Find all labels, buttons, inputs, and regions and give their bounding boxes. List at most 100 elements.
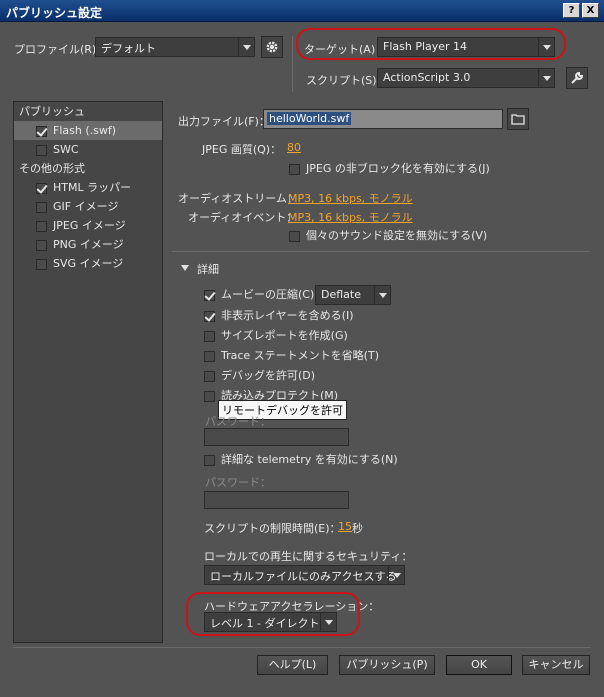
audio-stream-value[interactable]: MP3, 16 kbps, モノラル	[288, 190, 413, 206]
audio-event-label: オーディオイベント：	[188, 211, 298, 224]
sidebar-item-label: GIF イメージ	[53, 200, 119, 213]
sidebar-item-label: Flash (.swf)	[53, 124, 117, 137]
jpeg-deblock-checkbox[interactable]	[289, 163, 300, 175]
other-formats-header: その他の形式	[19, 162, 85, 175]
sidebar-item-label: HTML ラッパー	[53, 181, 132, 194]
output-file-input[interactable]: helloWorld.swf	[263, 109, 503, 129]
omit-trace-row[interactable]: Trace ステートメントを省略(T)	[204, 348, 379, 364]
cancel-button[interactable]: キャンセル	[522, 655, 590, 675]
audio-stream-label: オーディオストリーム：	[178, 192, 298, 205]
sidebar-item-label: JPEG イメージ	[53, 219, 126, 232]
flash-checkbox[interactable]	[36, 125, 47, 137]
gear-icon	[266, 41, 278, 53]
local-security-dropdown[interactable]: ローカルファイルにのみアクセスする	[204, 565, 405, 585]
chevron-down-icon	[374, 286, 390, 304]
html-checkbox[interactable]	[36, 182, 47, 194]
script-settings-button[interactable]	[566, 67, 588, 89]
wrench-icon	[571, 71, 584, 84]
chevron-down-icon	[538, 69, 554, 87]
window-title: パブリッシュ設定	[6, 6, 103, 20]
jpeg-quality-label: JPEG 画質(Q)：	[202, 143, 282, 156]
include-hidden-row[interactable]: 非表示レイヤーを含める(I)	[204, 308, 354, 324]
target-dropdown[interactable]: Flash Player 14	[377, 37, 555, 57]
ok-button[interactable]: OK	[446, 655, 512, 675]
swc-checkbox[interactable]	[36, 144, 47, 156]
override-sound-row[interactable]: 個々のサウンド設定を無効にする(V)	[289, 228, 487, 244]
top-divider	[292, 36, 293, 92]
password-label-1: パスワード：	[205, 415, 271, 428]
permit-debug-label: デバッグを許可(D)	[221, 369, 316, 382]
include-hidden-label: 非表示レイヤーを含める(I)	[221, 309, 354, 322]
folder-icon	[511, 114, 525, 125]
profile-label: プロファイル(R)：	[14, 43, 108, 56]
profile-settings-button[interactable]	[261, 36, 283, 58]
chevron-down-icon	[388, 566, 404, 584]
sidebar-item-jpeg[interactable]: JPEG イメージ	[14, 216, 162, 235]
permit-debug-row[interactable]: デバッグを許可(D)	[204, 368, 315, 384]
sidebar-item-gif[interactable]: GIF イメージ	[14, 197, 162, 216]
chevron-down-icon	[238, 38, 254, 56]
compress-checkbox[interactable]	[204, 289, 215, 301]
telemetry-label: 詳細な telemetry を有効にする(N)	[221, 453, 398, 466]
override-sound-label: 個々のサウンド設定を無効にする(V)	[306, 229, 488, 242]
jpeg-checkbox[interactable]	[36, 220, 47, 232]
jpeg-deblock-row[interactable]: JPEG の非ブロック化を有効にする(J)	[289, 161, 490, 177]
hw-accel-value: レベル 1 - ダイレクト	[210, 617, 320, 630]
telemetry-checkbox[interactable]	[204, 454, 215, 466]
jpeg-quality-value[interactable]: 80	[287, 141, 301, 154]
target-value: Flash Player 14	[383, 40, 468, 53]
script-value: ActionScript 3.0	[383, 71, 471, 84]
permit-debug-checkbox[interactable]	[204, 370, 215, 382]
target-label: ターゲット(A)：	[304, 43, 387, 56]
svg-checkbox[interactable]	[36, 258, 47, 270]
sidebar-item-label: SWC	[53, 143, 79, 156]
sidebar-item-label: PNG イメージ	[53, 238, 124, 251]
profile-value: デフォルト	[101, 42, 156, 55]
local-security-value: ローカルファイルにのみアクセスする	[210, 570, 397, 583]
protect-import-checkbox[interactable]	[204, 390, 215, 402]
include-hidden-checkbox[interactable]	[204, 310, 215, 322]
chevron-down-icon	[320, 613, 336, 631]
size-report-row[interactable]: サイズレポートを作成(G)	[204, 328, 348, 344]
sidebar-item-label: SVG イメージ	[53, 257, 124, 270]
title-close-button[interactable]: X	[582, 3, 599, 18]
triangle-down-icon[interactable]	[181, 265, 189, 271]
hw-accel-dropdown[interactable]: レベル 1 - ダイレクト	[204, 612, 337, 632]
chevron-down-icon	[538, 38, 554, 56]
publish-button[interactable]: パブリッシュ(P)	[339, 655, 435, 675]
local-security-label: ローカルでの再生に関するセキュリティ：	[204, 550, 413, 563]
profile-dropdown[interactable]: デフォルト	[95, 37, 255, 57]
details-label[interactable]: 詳細	[197, 261, 219, 277]
sidebar-item-swc[interactable]: SWC	[14, 140, 162, 159]
sidebar-item-svg[interactable]: SVG イメージ	[14, 254, 162, 273]
omit-trace-checkbox[interactable]	[204, 350, 215, 362]
compress-value: Deflate	[321, 288, 361, 301]
gif-checkbox[interactable]	[36, 201, 47, 213]
script-time-value[interactable]: 15	[338, 520, 352, 533]
sidebar-item-html[interactable]: HTML ラッパー	[14, 178, 162, 197]
output-file-label: 出力ファイル(F)：	[178, 115, 270, 128]
password-field-2[interactable]	[204, 491, 349, 509]
output-file-value: helloWorld.swf	[267, 112, 352, 125]
title-help-button[interactable]: ?	[563, 3, 580, 18]
help-button[interactable]: ヘルプ(L)	[257, 655, 328, 675]
jpeg-deblock-label: JPEG の非ブロック化を有効にする(J)	[306, 162, 490, 175]
audio-event-value[interactable]: MP3, 16 kbps, モノラル	[288, 209, 413, 225]
png-checkbox[interactable]	[36, 239, 47, 251]
footer-divider	[13, 647, 591, 648]
compress-row[interactable]: ムービーの圧縮(C)	[204, 287, 314, 303]
override-sound-checkbox[interactable]	[289, 230, 300, 242]
script-dropdown[interactable]: ActionScript 3.0	[377, 68, 555, 88]
size-report-checkbox[interactable]	[204, 330, 215, 342]
sidebar-item-flash[interactable]: Flash (.swf)	[14, 121, 162, 140]
password-label-2: パスワード：	[205, 476, 271, 489]
size-report-label: サイズレポートを作成(G)	[221, 329, 348, 342]
omit-trace-label: Trace ステートメントを省略(T)	[221, 349, 379, 362]
script-label: スクリプト(S)：	[306, 74, 388, 87]
sidebar-item-png[interactable]: PNG イメージ	[14, 235, 162, 254]
compress-dropdown[interactable]: Deflate	[315, 285, 391, 305]
password-field-1[interactable]	[204, 428, 349, 446]
output-browse-button[interactable]	[507, 108, 529, 130]
compress-label: ムービーの圧縮(C)	[221, 288, 315, 301]
telemetry-row[interactable]: 詳細な telemetry を有効にする(N)	[204, 452, 398, 468]
